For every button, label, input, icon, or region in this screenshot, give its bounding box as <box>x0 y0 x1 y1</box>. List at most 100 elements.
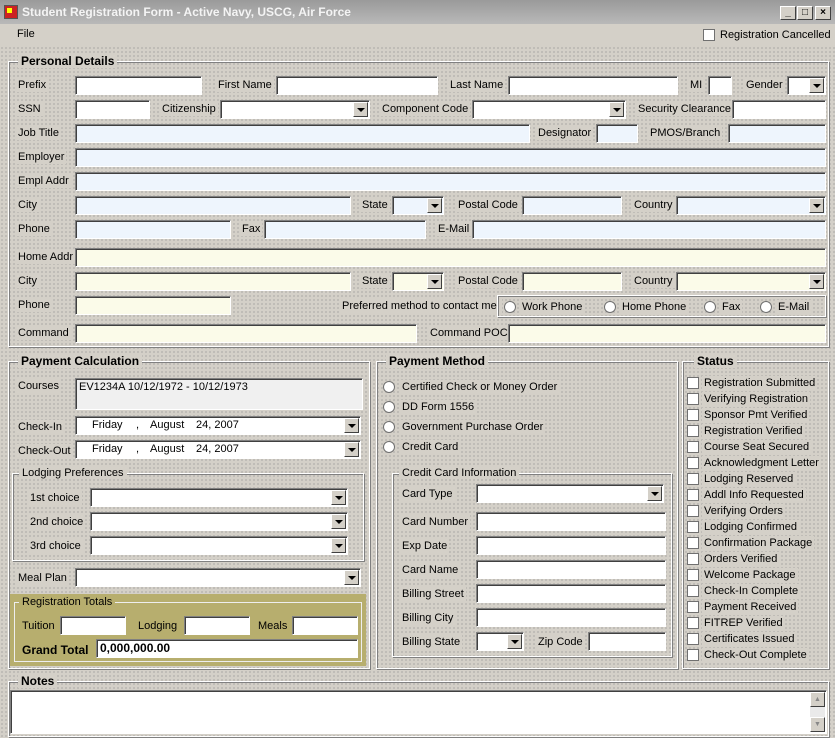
status-checkbox[interactable] <box>687 585 699 597</box>
component-code-select[interactable] <box>472 100 626 119</box>
ssn-input[interactable] <box>75 100 150 119</box>
courses-list[interactable]: EV1234A 10/12/1972 - 10/12/1973 <box>75 378 363 410</box>
home-country-select[interactable] <box>676 272 826 291</box>
credit-card-radio[interactable] <box>383 441 395 453</box>
designator-input[interactable] <box>596 124 638 143</box>
mi-input[interactable] <box>708 76 732 95</box>
scroll-down-icon[interactable]: ▼ <box>810 717 825 732</box>
minimize-button[interactable]: _ <box>780 6 796 20</box>
chevron-down-icon[interactable] <box>609 102 624 117</box>
calendar-dropdown-icon[interactable] <box>344 442 359 457</box>
close-button[interactable]: × <box>815 6 831 20</box>
purchase-order-radio[interactable] <box>383 421 395 433</box>
chevron-down-icon[interactable] <box>809 78 824 93</box>
status-checkbox[interactable] <box>687 601 699 613</box>
status-checkbox[interactable] <box>687 441 699 453</box>
status-checkbox[interactable] <box>687 457 699 469</box>
billing-state-select[interactable] <box>476 632 524 651</box>
course-item[interactable]: EV1234A 10/12/1972 - 10/12/1973 <box>79 381 248 393</box>
status-checkbox[interactable] <box>687 569 699 581</box>
billing-city-input[interactable] <box>476 608 666 627</box>
card-number-input[interactable] <box>476 512 666 531</box>
chevron-down-icon[interactable] <box>427 274 442 289</box>
status-checkbox[interactable] <box>687 409 699 421</box>
command-poc-input[interactable] <box>508 324 826 343</box>
maximize-button[interactable]: □ <box>797 6 813 20</box>
first-choice-select[interactable] <box>90 488 348 507</box>
card-name-input[interactable] <box>476 560 666 579</box>
first-name-input[interactable] <box>276 76 438 95</box>
status-checkbox[interactable] <box>687 377 699 389</box>
status-checkbox[interactable] <box>687 553 699 565</box>
exp-date-input[interactable] <box>476 536 666 555</box>
chevron-down-icon[interactable] <box>809 198 824 213</box>
empl-addr-input[interactable] <box>75 172 826 191</box>
lodging-total-input[interactable] <box>184 616 250 635</box>
city-input[interactable] <box>75 196 351 215</box>
phone-input[interactable] <box>75 220 231 239</box>
status-checkbox[interactable] <box>687 649 699 661</box>
check-out-date-picker[interactable]: Friday , August 24, 2007 <box>75 440 361 459</box>
lodging-total-label: Lodging <box>138 620 178 632</box>
status-checkbox[interactable] <box>687 505 699 517</box>
status-checkbox[interactable] <box>687 473 699 485</box>
chevron-down-icon[interactable] <box>647 486 662 501</box>
home-state-select[interactable] <box>392 272 444 291</box>
prefix-input[interactable] <box>75 76 202 95</box>
job-title-input[interactable] <box>75 124 530 143</box>
security-clearance-input[interactable] <box>732 100 826 119</box>
status-checkbox[interactable] <box>687 393 699 405</box>
chevron-down-icon[interactable] <box>353 102 368 117</box>
notes-scrollbar[interactable]: ▲ ▼ <box>810 692 825 732</box>
notes-textarea[interactable] <box>10 690 827 734</box>
third-choice-select[interactable] <box>90 536 348 555</box>
chevron-down-icon[interactable] <box>427 198 442 213</box>
chevron-down-icon[interactable] <box>507 634 522 649</box>
home-postal-code-input[interactable] <box>522 272 622 291</box>
employer-input[interactable] <box>75 148 826 167</box>
contact-home-phone-radio[interactable] <box>604 301 616 313</box>
tuition-input[interactable] <box>60 616 126 635</box>
citizenship-select[interactable] <box>220 100 370 119</box>
grand-total-input[interactable]: 0,000,000.00 <box>96 639 358 658</box>
home-addr-input[interactable] <box>75 248 826 267</box>
calendar-dropdown-icon[interactable] <box>344 418 359 433</box>
chevron-down-icon[interactable] <box>809 274 824 289</box>
status-checkbox[interactable] <box>687 425 699 437</box>
status-checkbox[interactable] <box>687 617 699 629</box>
state-select[interactable] <box>392 196 444 215</box>
chevron-down-icon[interactable] <box>331 490 346 505</box>
chevron-down-icon[interactable] <box>331 514 346 529</box>
command-input[interactable] <box>75 324 417 343</box>
scroll-up-icon[interactable]: ▲ <box>810 692 825 707</box>
registration-cancelled-checkbox[interactable] <box>703 29 715 41</box>
chevron-down-icon[interactable] <box>344 570 359 585</box>
chevron-down-icon[interactable] <box>331 538 346 553</box>
gender-select[interactable] <box>787 76 826 95</box>
home-phone-input[interactable] <box>75 296 231 315</box>
second-choice-select[interactable] <box>90 512 348 531</box>
check-in-date-picker[interactable]: Friday , August 24, 2007 <box>75 416 361 435</box>
status-checkbox[interactable] <box>687 633 699 645</box>
status-checkbox[interactable] <box>687 489 699 501</box>
home-city-input[interactable] <box>75 272 351 291</box>
billing-street-input[interactable] <box>476 584 666 603</box>
contact-work-phone-radio[interactable] <box>504 301 516 313</box>
dd-form-radio[interactable] <box>383 401 395 413</box>
contact-email-radio[interactable] <box>760 301 772 313</box>
country-select[interactable] <box>676 196 826 215</box>
last-name-input[interactable] <box>508 76 678 95</box>
fax-input[interactable] <box>264 220 426 239</box>
status-checkbox[interactable] <box>687 521 699 533</box>
contact-fax-radio[interactable] <box>704 301 716 313</box>
card-type-select[interactable] <box>476 484 664 503</box>
zip-code-input[interactable] <box>588 632 666 651</box>
menu-file[interactable]: File <box>17 28 35 40</box>
email-input[interactable] <box>472 220 826 239</box>
postal-code-input[interactable] <box>522 196 622 215</box>
certified-check-radio[interactable] <box>383 381 395 393</box>
meals-input[interactable] <box>292 616 358 635</box>
status-checkbox[interactable] <box>687 537 699 549</box>
pmos-input[interactable] <box>728 124 826 143</box>
meal-plan-select[interactable] <box>75 568 361 587</box>
